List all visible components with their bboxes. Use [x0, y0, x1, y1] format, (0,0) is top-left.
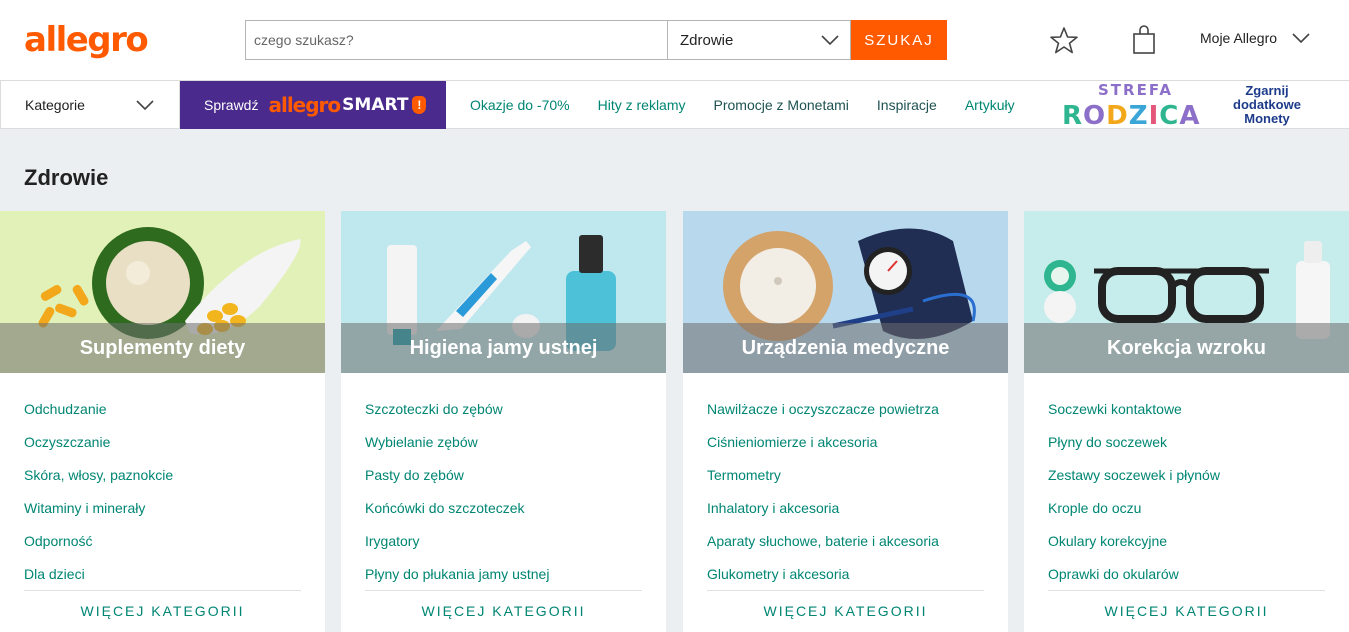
subcategory-link[interactable]: Ciśnieniomierze i akcesoria — [707, 432, 984, 465]
subcategory-link[interactable]: Skóra, włosy, paznokcie — [24, 465, 301, 498]
subcategory-list: Soczewki kontaktowe Płyny do soczewek Ze… — [1024, 373, 1349, 597]
more-categories-link[interactable]: WIĘCEJ KATEGORII — [0, 603, 325, 619]
subcategory-list: Szczoteczki do zębów Wybielanie zębów Pa… — [341, 373, 666, 597]
smart-logo-text: allegro — [268, 93, 341, 117]
star-icon[interactable] — [1049, 26, 1079, 56]
more-categories-link[interactable]: WIĘCEJ KATEGORII — [683, 603, 1008, 619]
subcategory-link[interactable]: Irygatory — [365, 531, 642, 564]
strefa-top-text: STREFA — [1098, 81, 1173, 99]
nav-links: Okazje do -70% Hity z reklamy Promocje z… — [470, 81, 1043, 128]
subcategory-link[interactable]: Dla dzieci — [24, 564, 301, 597]
subcategory-link[interactable]: Zestawy soczewek i płynów — [1048, 465, 1325, 498]
nav-bar: Kategorie Sprawdź allegro SMART ! Okazje… — [0, 80, 1349, 131]
search-category-select[interactable]: Zdrowie — [667, 20, 851, 60]
card-title: Suplementy diety — [79, 336, 246, 359]
smart-badge-icon: ! — [412, 96, 427, 114]
subcategory-link[interactable]: Płyny do soczewek — [1048, 432, 1325, 465]
card-divider — [707, 590, 984, 591]
search-bar: Zdrowie SZUKAJ — [245, 20, 947, 60]
subcategory-link[interactable]: Glukometry i akcesoria — [707, 564, 984, 597]
category-card-korekcja: Korekcja wzroku Soczewki kontaktowe Płyn… — [1024, 211, 1349, 632]
search-input[interactable] — [245, 20, 667, 60]
allegro-logo[interactable]: allegro — [24, 20, 149, 60]
subcategory-link[interactable]: Krople do oczu — [1048, 498, 1325, 531]
nav-link-inspiracje[interactable]: Inspiracje — [877, 97, 937, 113]
nav-link-artykuly[interactable]: Artykuły — [965, 97, 1015, 113]
categories-label: Kategorie — [25, 96, 85, 113]
smart-prefix: Sprawdź — [204, 97, 259, 113]
nav-link-okazje[interactable]: Okazje do -70% — [470, 97, 570, 113]
zgarnij-monety-banner[interactable]: Zgarnij dodatkowe Monety — [1212, 84, 1322, 126]
subcategory-link[interactable]: Odporność — [24, 531, 301, 564]
card-divider — [1048, 590, 1325, 591]
subcategory-list: Odchudzanie Oczyszczanie Skóra, włosy, p… — [0, 373, 325, 597]
account-label: Moje Allegro — [1200, 30, 1278, 46]
search-button[interactable]: SZUKAJ — [851, 20, 947, 60]
top-header: allegro Zdrowie SZUKAJ Moje Allegro — [0, 0, 1349, 80]
allegro-smart-banner[interactable]: Sprawdź allegro SMART ! — [180, 81, 446, 129]
strefa-rodzica-banner[interactable]: STREFA RODZICA — [1062, 81, 1202, 131]
card-title-band: Urządzenia medyczne — [683, 323, 1008, 373]
zgarnij-line-1: Zgarnij — [1245, 83, 1289, 98]
subcategory-link[interactable]: Wybielanie zębów — [365, 432, 642, 465]
card-divider — [24, 590, 301, 591]
card-title: Korekcja wzroku — [1107, 336, 1266, 359]
subcategory-link[interactable]: Pasty do zębów — [365, 465, 642, 498]
card-title: Higiena jamy ustnej — [409, 336, 598, 359]
nav-link-hity[interactable]: Hity z reklamy — [598, 97, 686, 113]
subcategory-link[interactable]: Końcówki do szczoteczek — [365, 498, 642, 531]
subcategory-link[interactable]: Płyny do płukania jamy ustnej — [365, 564, 642, 597]
card-image[interactable]: Higiena jamy ustnej — [341, 211, 666, 373]
subcategory-link[interactable]: Termometry — [707, 465, 984, 498]
card-image[interactable]: Suplementy diety — [0, 211, 325, 373]
more-categories-link[interactable]: WIĘCEJ KATEGORII — [341, 603, 666, 619]
card-title-band: Korekcja wzroku — [1024, 323, 1349, 373]
smart-word: SMART — [342, 95, 409, 115]
card-divider — [365, 590, 642, 591]
subcategory-link[interactable]: Witaminy i minerały — [24, 498, 301, 531]
subcategory-link[interactable]: Oprawki do okularów — [1048, 564, 1325, 597]
chevron-down-icon — [136, 99, 154, 110]
subcategory-link[interactable]: Inhalatory i akcesoria — [707, 498, 984, 531]
card-title-band: Suplementy diety — [0, 323, 325, 373]
subcategory-link[interactable]: Odchudzanie — [24, 399, 301, 432]
subcategory-link[interactable]: Oczyszczanie — [24, 432, 301, 465]
strefa-bottom-text: RODZICA — [1062, 101, 1201, 131]
search-category-value: Zdrowie — [680, 31, 734, 49]
category-card-higiena: Higiena jamy ustnej Szczoteczki do zębów… — [341, 211, 666, 632]
strefa-bottom-letters: RODZICA — [1062, 101, 1201, 131]
card-image[interactable]: Korekcja wzroku — [1024, 211, 1349, 373]
shopping-bag-icon[interactable] — [1131, 25, 1157, 55]
subcategory-link[interactable]: Szczoteczki do zębów — [365, 399, 642, 432]
nav-link-promocje[interactable]: Promocje z Monetami — [714, 97, 849, 113]
categories-dropdown[interactable]: Kategorie — [0, 81, 180, 128]
zgarnij-line-2: dodatkowe — [1233, 97, 1301, 112]
card-image[interactable]: Urządzenia medyczne — [683, 211, 1008, 373]
zgarnij-line-3: Monety — [1244, 111, 1290, 126]
category-card-urzadzenia: Urządzenia medyczne Nawilżacze i oczyszc… — [683, 211, 1008, 632]
subcategory-link[interactable]: Nawilżacze i oczyszczacze powietrza — [707, 399, 984, 432]
card-title: Urządzenia medyczne — [741, 336, 950, 359]
subcategory-link[interactable]: Okulary korekcyjne — [1048, 531, 1325, 564]
page-title: Zdrowie — [24, 165, 109, 190]
subcategory-link[interactable]: Aparaty słuchowe, baterie i akcesoria — [707, 531, 984, 564]
subcategory-link[interactable]: Soczewki kontaktowe — [1048, 399, 1325, 432]
account-menu[interactable]: Moje Allegro — [1200, 30, 1311, 46]
chevron-down-icon — [1292, 33, 1310, 44]
more-categories-link[interactable]: WIĘCEJ KATEGORII — [1024, 603, 1349, 619]
chevron-down-icon — [821, 35, 839, 46]
subcategory-list: Nawilżacze i oczyszczacze powietrza Ciśn… — [683, 373, 1008, 597]
card-title-band: Higiena jamy ustnej — [341, 323, 666, 373]
category-card-suplementy: Suplementy diety Odchudzanie Oczyszczani… — [0, 211, 325, 632]
